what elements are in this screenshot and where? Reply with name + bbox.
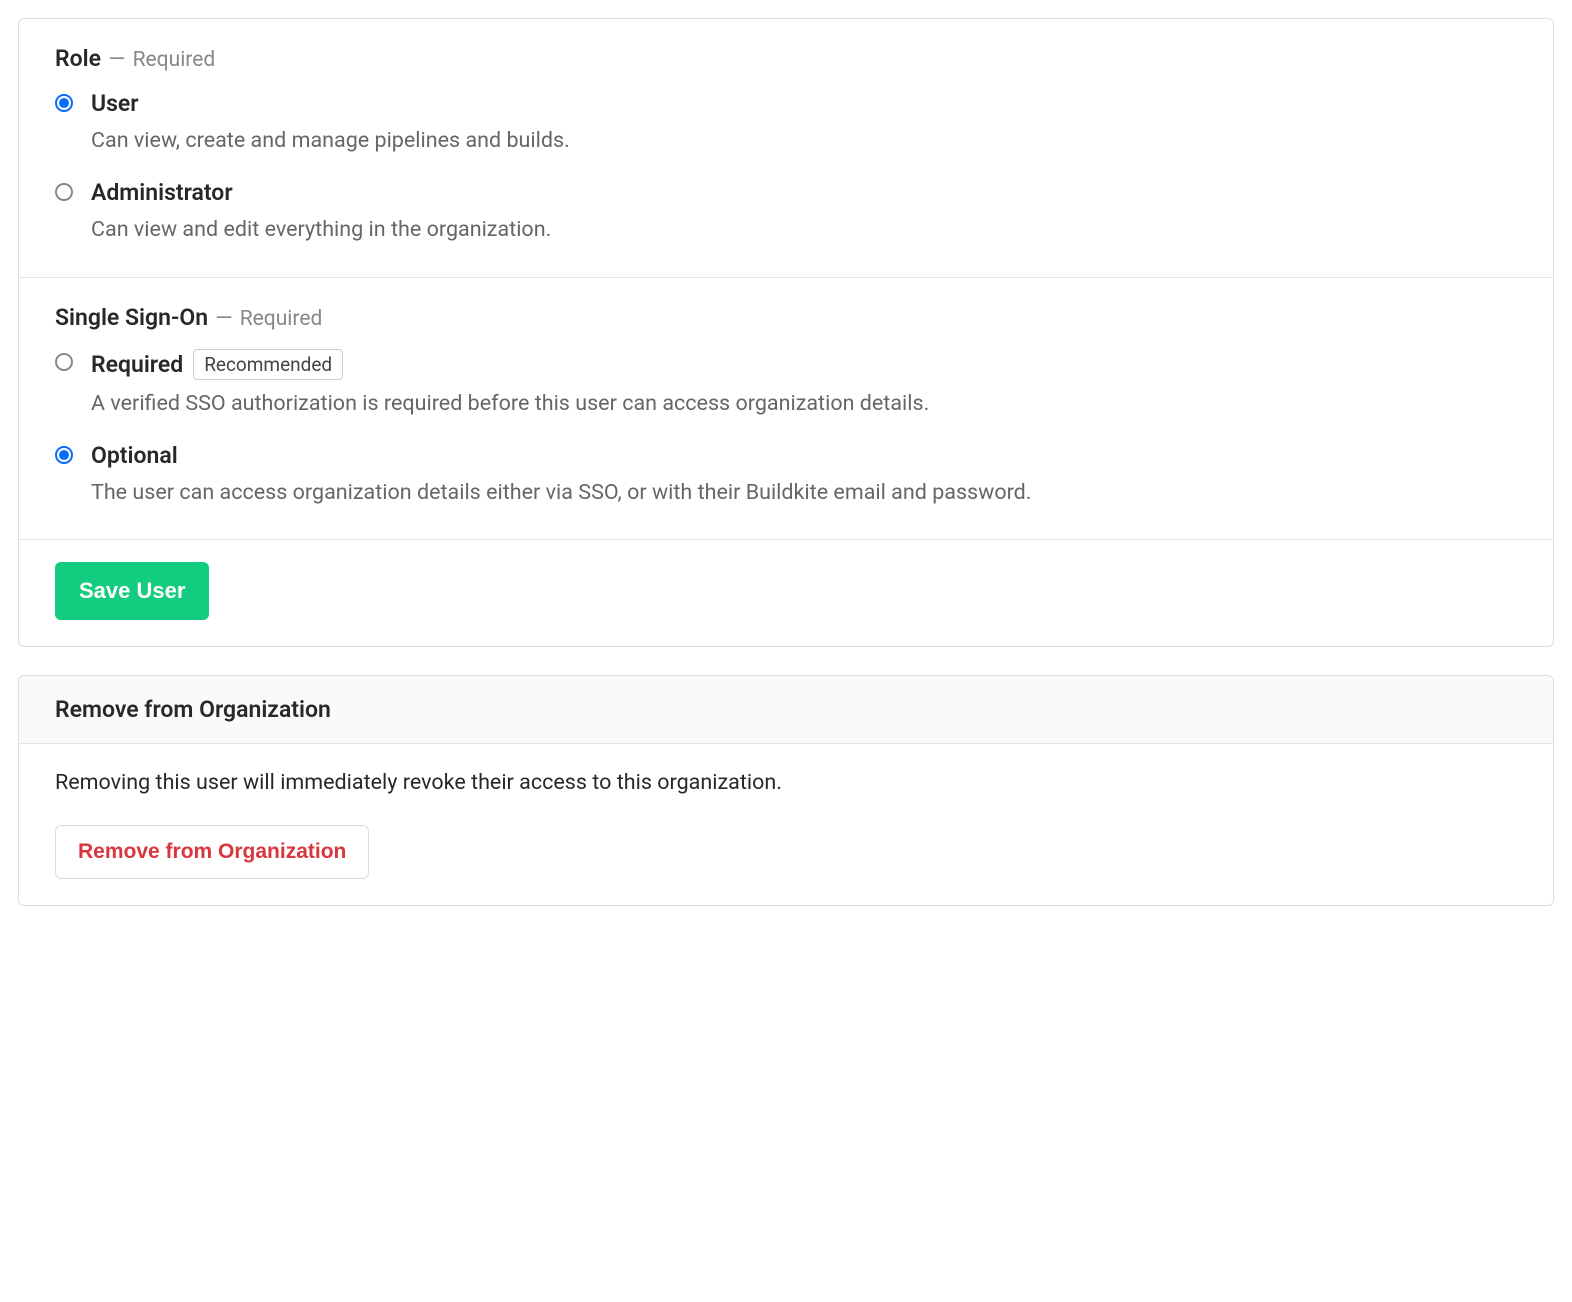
sso-option-optional[interactable]: Optional The user can access organizatio… (55, 442, 1517, 509)
role-heading-label: Role (55, 45, 101, 72)
remove-card-body: Removing this user will immediately revo… (19, 744, 1553, 905)
sso-optional-title: Optional (91, 442, 178, 469)
sso-heading-separator: — (213, 306, 234, 331)
sso-required-content: Required Recommended A verified SSO auth… (91, 349, 1517, 420)
sso-required-title-row: Required Recommended (91, 349, 1517, 380)
sso-optional-title-row: Optional (91, 442, 1517, 469)
sso-optional-radio-wrap (55, 442, 91, 470)
remove-card-title: Remove from Organization (55, 696, 1517, 723)
sso-required-radio-wrap (55, 349, 91, 377)
role-user-radio-wrap (55, 90, 91, 118)
sso-section: Single Sign-On — Required Required Recom… (19, 278, 1553, 541)
role-option-administrator[interactable]: Administrator Can view and edit everythi… (55, 179, 1517, 246)
role-admin-content: Administrator Can view and edit everythi… (91, 179, 1517, 246)
role-user-title-row: User (91, 90, 1517, 117)
sso-optional-desc: The user can access organization details… (91, 477, 1517, 509)
role-user-content: User Can view, create and manage pipelin… (91, 90, 1517, 157)
save-user-button[interactable]: Save User (55, 562, 209, 620)
role-admin-radio-wrap (55, 179, 91, 207)
role-admin-title: Administrator (91, 179, 233, 206)
role-user-title: User (91, 90, 139, 117)
role-heading-separator: — (106, 47, 127, 72)
sso-required-radio[interactable] (55, 353, 73, 371)
remove-card-text: Removing this user will immediately revo… (55, 770, 1517, 795)
role-heading: Role — Required (55, 45, 1517, 72)
sso-optional-content: Optional The user can access organizatio… (91, 442, 1517, 509)
sso-heading-label: Single Sign-On (55, 304, 208, 331)
sso-required-desc: A verified SSO authorization is required… (91, 388, 1517, 420)
remove-from-organization-button[interactable]: Remove from Organization (55, 825, 369, 879)
sso-optional-radio[interactable] (55, 446, 73, 464)
role-user-radio[interactable] (55, 94, 73, 112)
recommended-badge: Recommended (193, 349, 343, 380)
remove-organization-card: Remove from Organization Removing this u… (18, 675, 1554, 906)
role-option-user[interactable]: User Can view, create and manage pipelin… (55, 90, 1517, 157)
role-admin-radio[interactable] (55, 183, 73, 201)
role-admin-desc: Can view and edit everything in the orga… (91, 214, 1517, 246)
role-user-desc: Can view, create and manage pipelines an… (91, 125, 1517, 157)
remove-card-header: Remove from Organization (19, 676, 1553, 744)
role-admin-title-row: Administrator (91, 179, 1517, 206)
save-section: Save User (19, 540, 1553, 646)
role-section: Role — Required User Can view, create an… (19, 19, 1553, 278)
user-settings-card: Role — Required User Can view, create an… (18, 18, 1554, 647)
role-heading-required: Required (133, 48, 216, 72)
sso-heading: Single Sign-On — Required (55, 304, 1517, 331)
sso-heading-required: Required (240, 307, 323, 331)
sso-required-title: Required (91, 351, 183, 378)
sso-option-required[interactable]: Required Recommended A verified SSO auth… (55, 349, 1517, 420)
